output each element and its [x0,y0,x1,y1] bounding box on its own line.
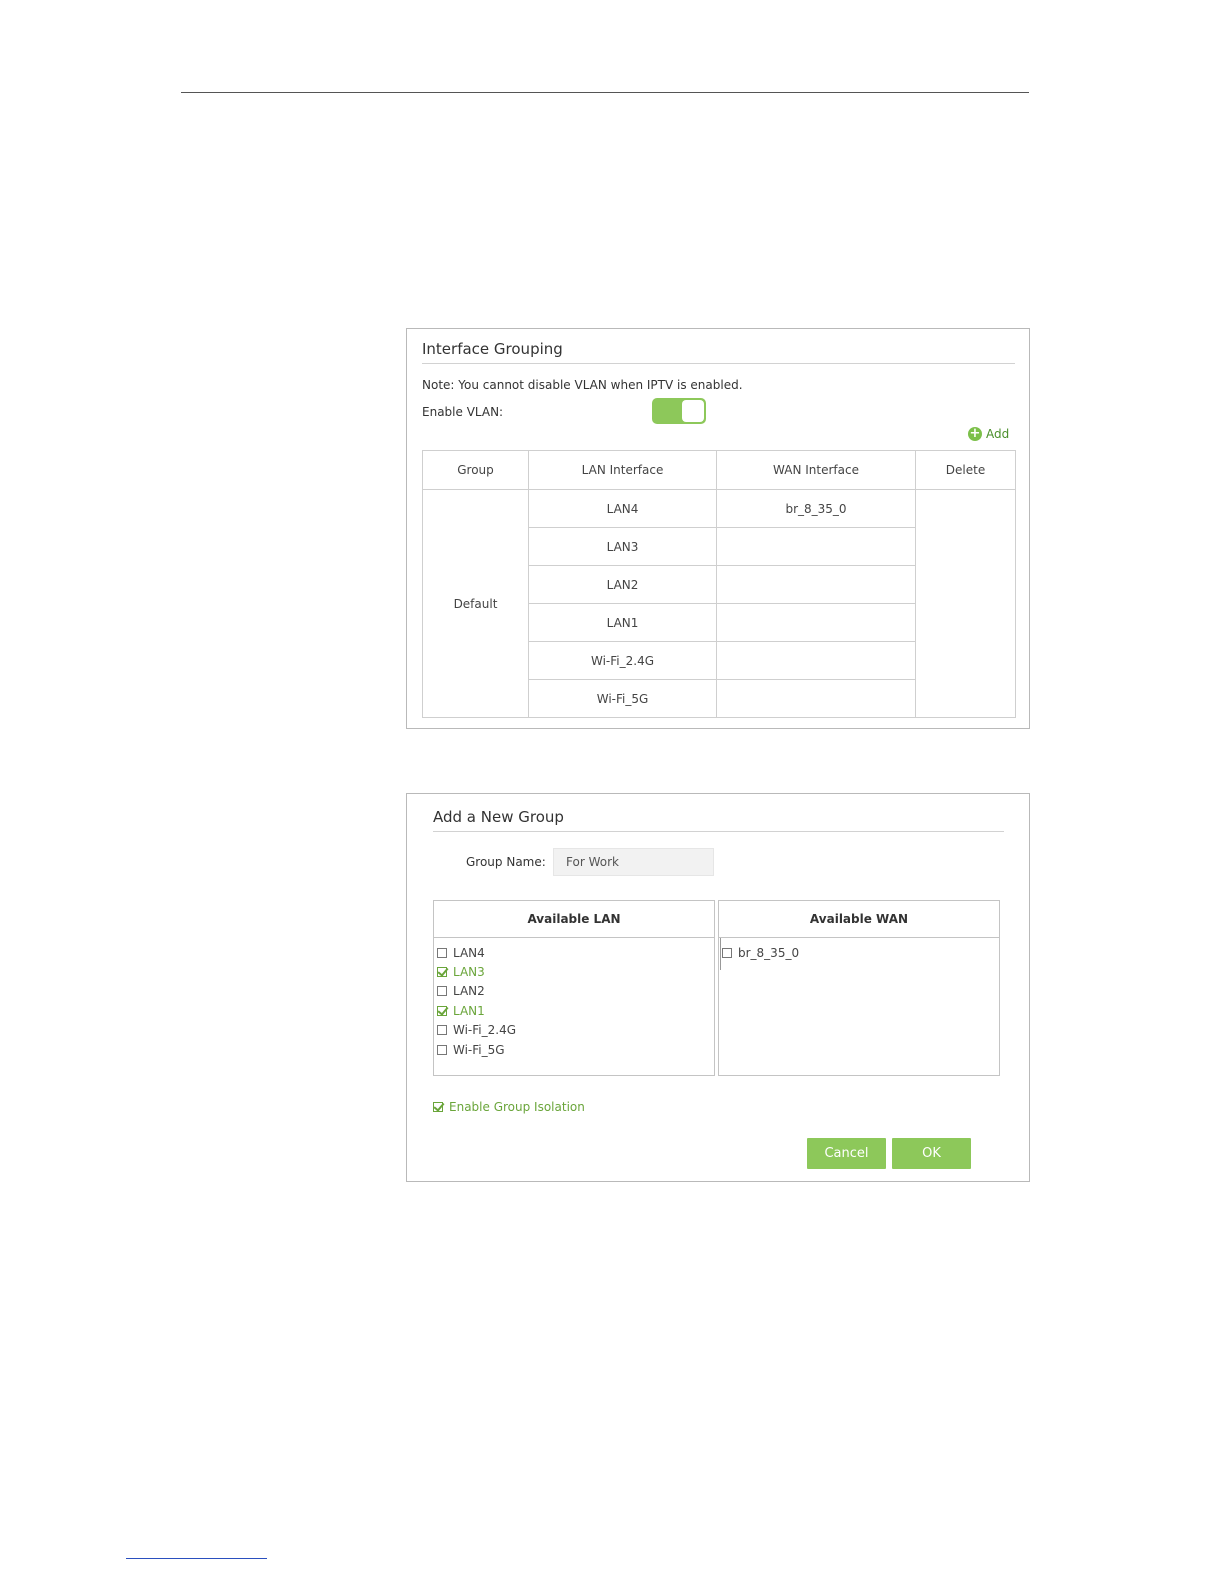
available-wan-header: Available WAN [719,901,999,938]
wan-interface-cell [716,641,916,680]
cancel-button[interactable]: Cancel [807,1138,886,1169]
wan-interface-cell: br_8_35_0 [716,489,916,528]
checkbox-option[interactable]: Wi-Fi_5G [437,1040,714,1059]
column-header-wan-interface: WAN Interface [716,450,916,490]
checkbox-option[interactable]: LAN2 [437,982,714,1001]
available-lan-list: LAN4 LAN3 LAN2 LAN1 Wi-Fi_2.4G Wi-Fi_5G [434,938,714,1059]
enable-vlan-label: Enable VLAN: [422,405,504,419]
lan-interface-cell: LAN2 [528,565,717,604]
wan-interface-cell [716,565,916,604]
wan-interface-cell [716,527,916,566]
add-label: Add [986,427,1010,441]
page-header-rule [181,92,1029,93]
column-header-delete: Delete [915,450,1016,490]
wan-interface-cell [716,679,916,718]
checkbox-unchecked-icon[interactable] [437,1044,447,1055]
wan-interface-cell [716,603,916,642]
checkbox-checked-icon[interactable] [433,1102,443,1112]
plus-circle-icon: + [968,426,982,441]
title-divider [433,831,1004,832]
delete-cell [915,489,1016,718]
enable-vlan-toggle[interactable] [652,398,706,424]
interface-grouping-panel: Interface Grouping Note: You cannot disa… [406,328,1030,729]
panel-title: Interface Grouping [422,340,563,358]
group-name-label: Group Name: [466,855,546,869]
lan-interface-cell: LAN3 [528,527,717,566]
available-wan-list: br_8_35_0 [719,938,999,962]
table-row: Default LAN4 br_8_35_0 [422,489,1016,718]
lan-interface-cell: Wi-Fi_5G [528,679,717,718]
panel-title: Add a New Group [433,808,564,826]
title-divider [422,363,1015,364]
available-lan-header: Available LAN [434,901,714,938]
checkbox-option[interactable]: Wi-Fi_2.4G [437,1021,714,1040]
checkbox-option[interactable]: LAN3 [437,962,714,981]
table-header-row: Group LAN Interface WAN Interface Delete [422,450,1016,490]
footer-link-underline [126,1558,267,1559]
column-header-group: Group [422,450,529,490]
add-group-button[interactable]: + Add [968,427,1009,441]
ok-button[interactable]: OK [892,1138,971,1169]
checkbox-option[interactable]: LAN4 [437,943,714,962]
lan-interface-cell: LAN1 [528,603,717,642]
toggle-knob [682,400,704,422]
checkbox-label: Wi-Fi_5G [453,1042,505,1057]
group-isolation-option[interactable]: Enable Group Isolation [433,1100,585,1114]
interface-group-table: Group LAN Interface WAN Interface Delete… [422,450,1016,718]
available-wan-box: Available WAN br_8_35_0 [718,900,1000,1076]
scrollbar[interactable] [720,938,721,970]
column-header-lan-interface: LAN Interface [528,450,717,490]
group-isolation-label: Enable Group Isolation [449,1100,585,1114]
lan-interface-cell: LAN4 [528,489,717,528]
checkbox-label: LAN2 [453,984,485,999]
vlan-note: Note: You cannot disable VLAN when IPTV … [422,378,743,392]
add-new-group-panel: Add a New Group Group Name: Available LA… [406,793,1030,1182]
checkbox-option[interactable]: LAN1 [437,1001,714,1020]
checkbox-label: LAN4 [453,945,485,960]
available-lan-box: Available LAN LAN4 LAN3 LAN2 LAN1 Wi-Fi_2.4G… [433,900,715,1076]
checkbox-unchecked-icon[interactable] [437,986,447,997]
lan-interface-cell: Wi-Fi_2.4G [528,641,717,680]
group-name-cell: Default [422,489,529,718]
checkbox-label: LAN1 [453,1003,485,1018]
checkbox-label: br_8_35_0 [738,945,800,960]
checkbox-checked-icon[interactable] [437,1005,447,1016]
checkbox-label: Wi-Fi_2.4G [453,1023,517,1038]
checkbox-checked-icon[interactable] [437,967,447,978]
checkbox-label: LAN3 [453,965,485,980]
checkbox-unchecked-icon[interactable] [437,947,447,958]
checkbox-unchecked-icon[interactable] [437,1025,447,1036]
checkbox-unchecked-icon[interactable] [722,947,732,958]
checkbox-option[interactable]: br_8_35_0 [722,943,999,962]
group-name-input[interactable] [553,848,714,876]
